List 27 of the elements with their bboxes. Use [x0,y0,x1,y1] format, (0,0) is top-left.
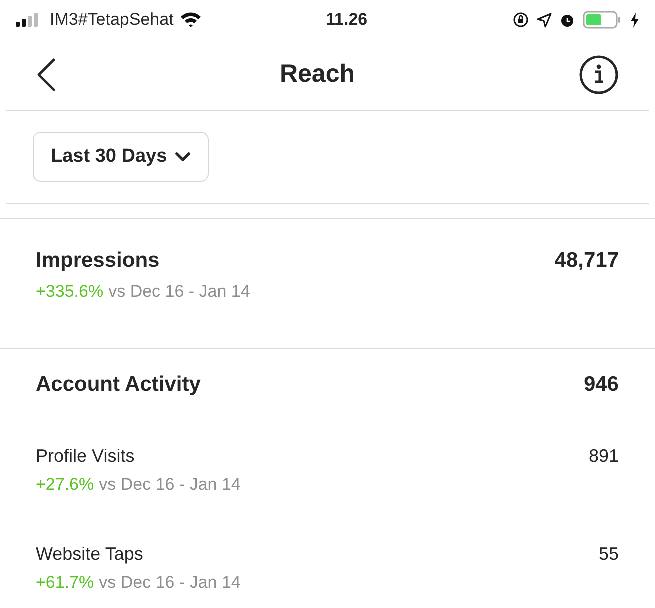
date-range-dropdown[interactable]: Last 30 Days [33,132,210,182]
rotation-lock-icon [513,12,529,28]
comparison-text: vs Dec 16 - Jan 14 [99,572,241,594]
back-icon[interactable] [36,58,56,92]
comparison-text: vs Dec 16 - Jan 14 [99,474,241,496]
alarm-icon [560,12,575,28]
section-value: 946 [584,372,619,398]
status-time: 11.26 [326,9,368,32]
wifi-icon [180,12,202,28]
change-percent: +61.7% [36,572,94,594]
section-title: Website Taps [36,543,144,566]
location-icon [537,12,552,28]
change-percent: +335.6% [36,280,104,302]
section-value: 891 [588,444,619,468]
charging-icon [631,12,639,28]
chevron-down-icon [175,152,192,162]
comparison-text: vs Dec 16 - Jan 14 [108,280,250,302]
section-value: 55 [598,543,619,566]
battery-icon [583,11,623,29]
section-value: 48,717 [554,248,619,274]
section-title: Account Activity [36,372,201,398]
carrier-name: IM3#TetapSehat [50,9,174,32]
page-title: Reach [280,59,356,90]
section-title: Profile Visits [36,444,135,468]
change-percent: +27.6% [36,474,94,496]
section-title: Impressions [36,248,160,274]
info-icon[interactable] [578,55,619,95]
